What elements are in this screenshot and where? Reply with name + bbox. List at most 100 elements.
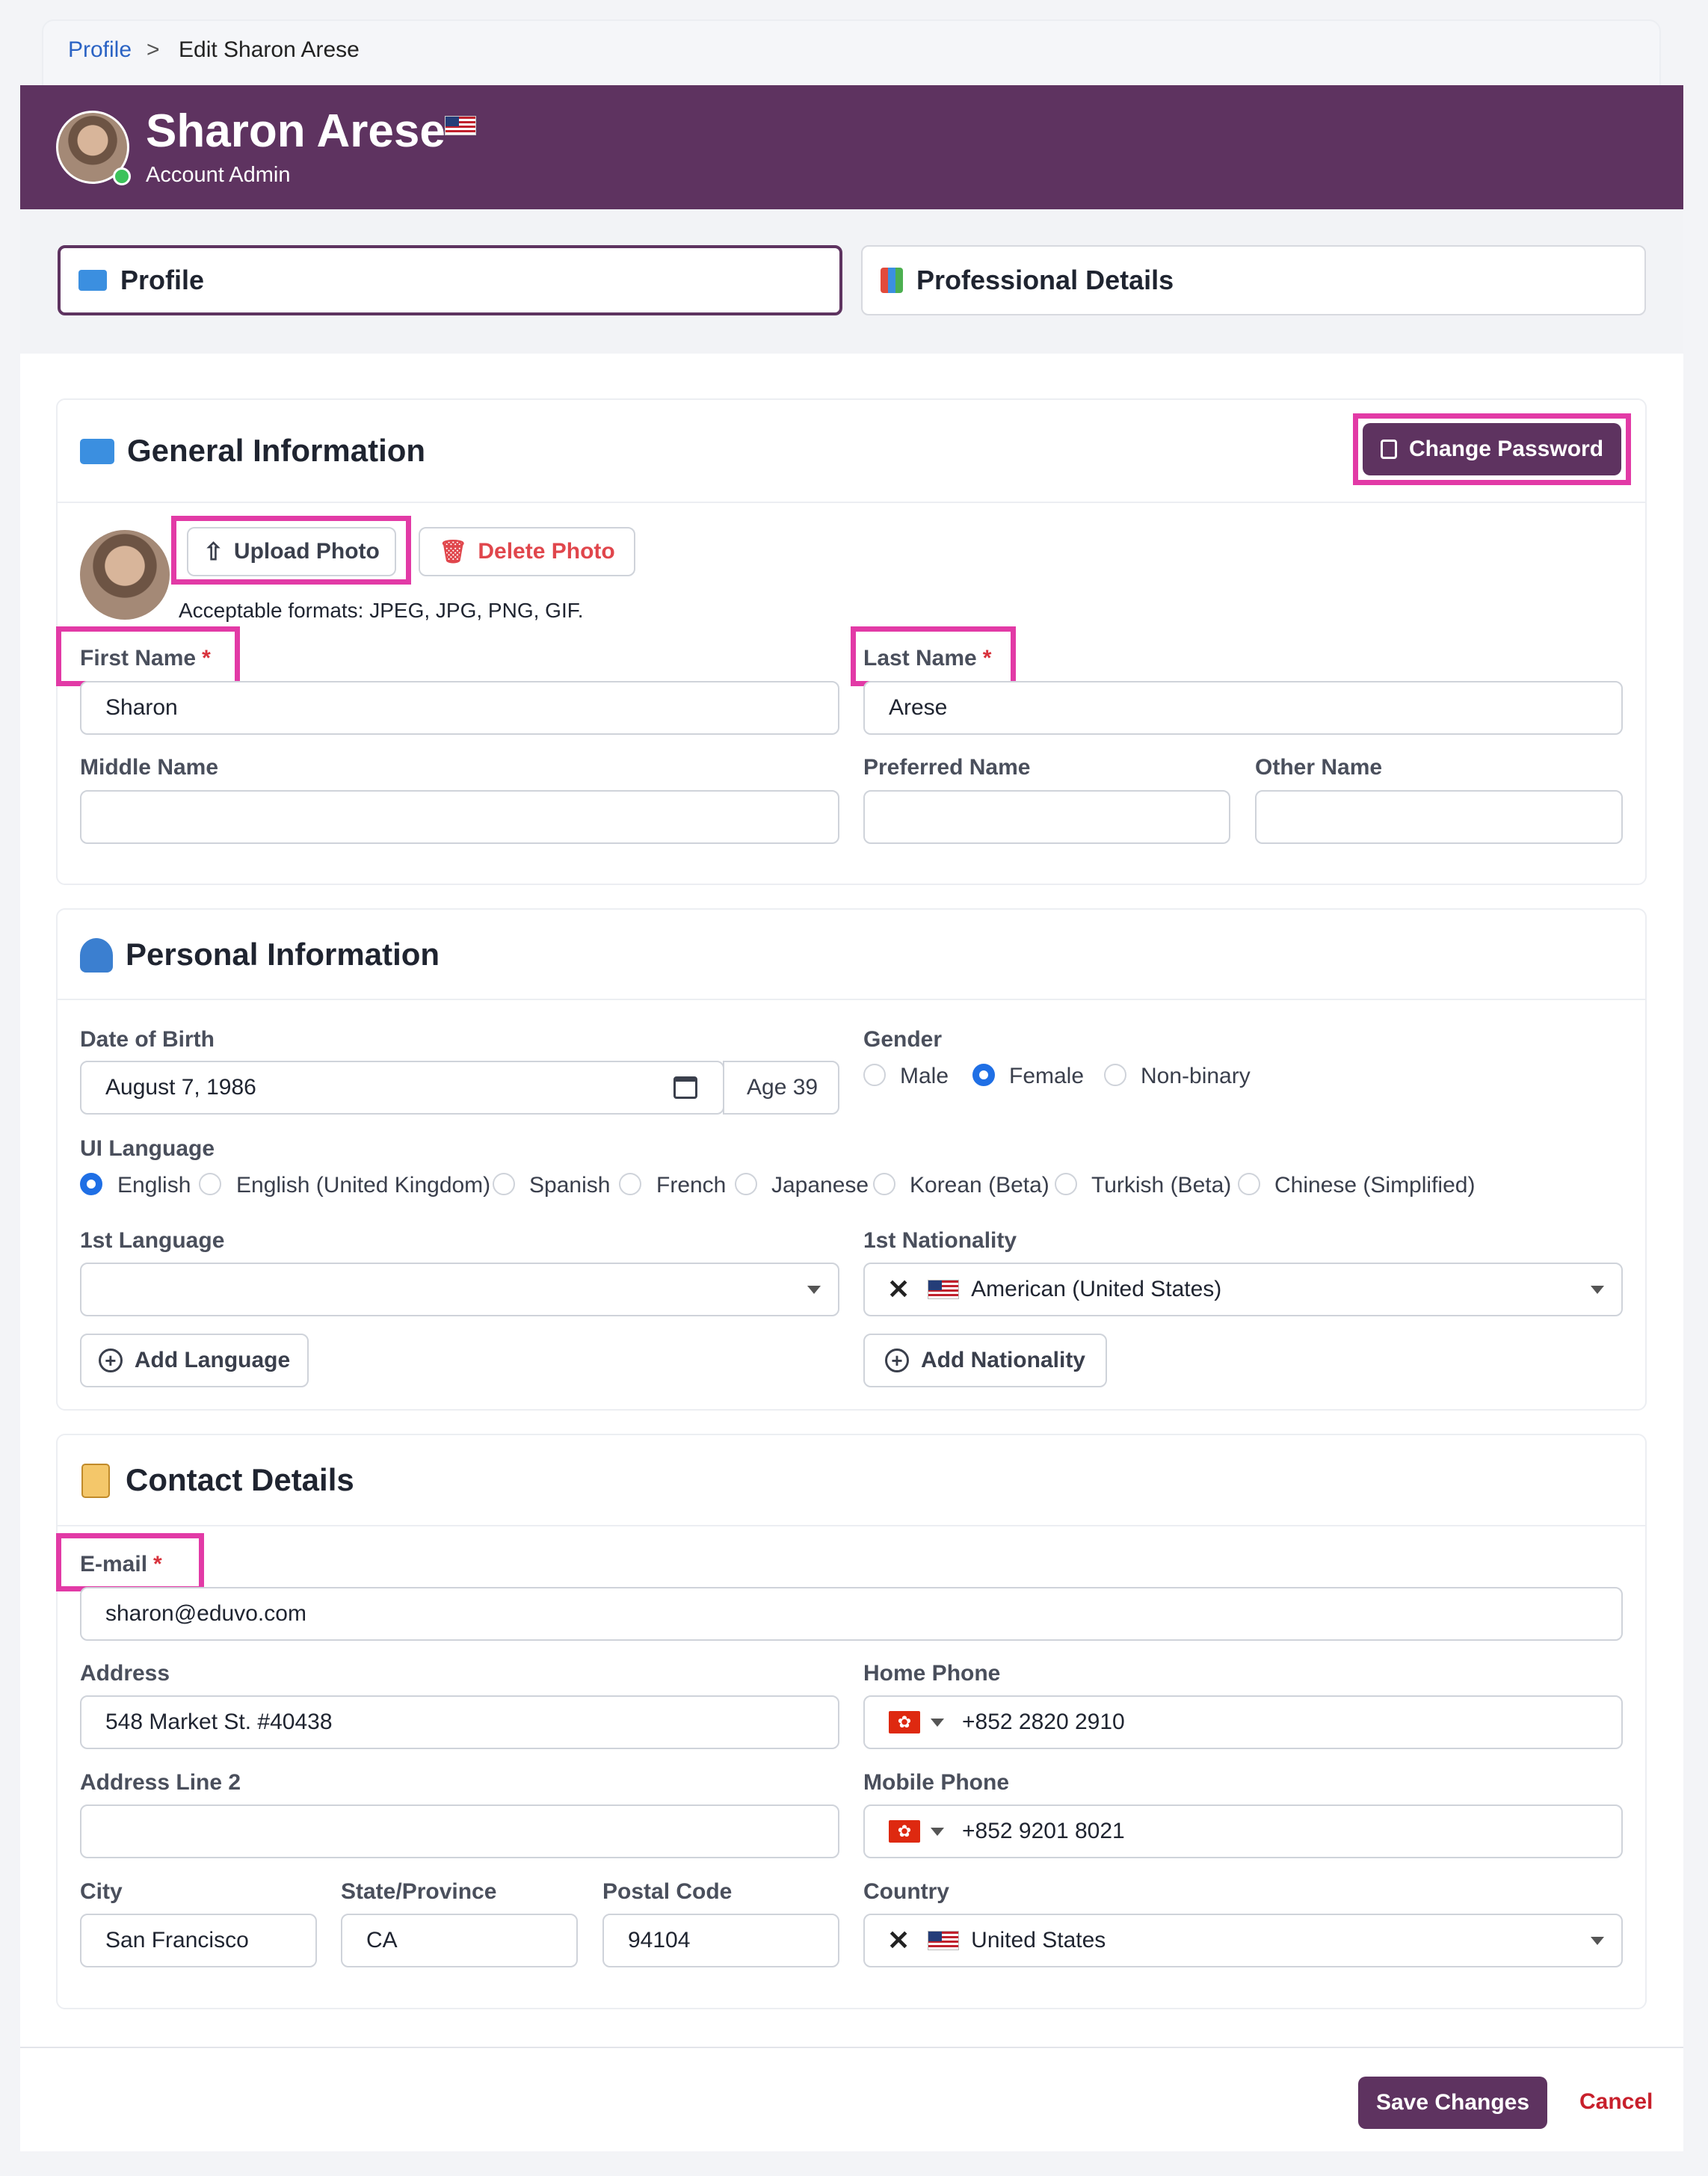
divider <box>20 2047 1683 2048</box>
preferred-name-label: Preferred Name <box>863 755 1031 780</box>
plus-circle-icon: + <box>884 1349 909 1372</box>
clear-icon[interactable]: ✕ <box>887 1925 910 1956</box>
first-nationality-select[interactable]: ✕ American (United States) <box>863 1263 1623 1316</box>
ui-language-radio-chinese[interactable] <box>1238 1173 1260 1195</box>
gender-radio-female[interactable] <box>972 1064 995 1086</box>
address-line-2-input[interactable] <box>80 1804 839 1858</box>
divider <box>58 502 1645 503</box>
date-of-birth-input[interactable]: August 7, 1986 <box>80 1061 724 1115</box>
us-flag-icon <box>928 1931 960 1950</box>
caret-down-icon <box>1591 1937 1604 1945</box>
ui-language-radio-english-uk[interactable] <box>199 1173 221 1195</box>
upload-icon: ⇧ <box>203 538 223 565</box>
section-title: Personal Information <box>126 937 440 972</box>
email-label: E-mail * <box>80 1552 162 1576</box>
ui-language-option-label: Chinese (Simplified) <box>1274 1173 1476 1198</box>
ui-language-option-label: English (United Kingdom) <box>236 1173 491 1198</box>
country-select[interactable]: ✕ United States <box>863 1914 1623 1967</box>
first-language-select[interactable] <box>80 1263 839 1316</box>
id-card-icon <box>80 439 114 464</box>
city-input[interactable]: San Francisco <box>80 1914 317 1967</box>
last-name-label: Last Name * <box>863 646 992 671</box>
postal-code-input[interactable]: 94104 <box>602 1914 839 1967</box>
ui-language-option-label: Japanese <box>771 1173 869 1198</box>
address-line-2-label: Address Line 2 <box>80 1770 241 1795</box>
change-password-label: Change Password <box>1408 437 1604 461</box>
breadcrumb-profile-link[interactable]: Profile <box>68 37 132 63</box>
ui-language-radio-spanish[interactable] <box>493 1173 515 1195</box>
add-nationality-button[interactable]: + Add Nationality <box>863 1334 1107 1387</box>
us-flag-icon <box>928 1280 960 1299</box>
section-title: General Information <box>127 433 426 468</box>
tab-professional-details[interactable]: Professional Details <box>861 245 1646 315</box>
avatar <box>80 530 170 620</box>
delete-photo-label: Delete Photo <box>478 539 615 564</box>
divider <box>58 999 1645 1000</box>
upload-photo-button[interactable]: ⇧ Upload Photo <box>187 527 396 576</box>
ui-language-radio-korean[interactable] <box>873 1173 895 1195</box>
ui-language-option-label: Korean (Beta) <box>910 1173 1049 1198</box>
mobile-phone-input[interactable]: ✿ +852 9201 8021 <box>863 1804 1623 1858</box>
first-name-input[interactable]: Sharon <box>80 681 839 735</box>
tab-profile[interactable]: Profile <box>58 245 842 315</box>
first-language-label: 1st Language <box>80 1228 225 1253</box>
add-language-button[interactable]: + Add Language <box>80 1334 309 1387</box>
age-display: Age 39 <box>723 1061 839 1115</box>
ui-language-option-label: Turkish (Beta) <box>1091 1173 1232 1198</box>
ui-language-radio-turkish[interactable] <box>1055 1173 1077 1195</box>
first-nationality-label: 1st Nationality <box>863 1228 1017 1253</box>
home-phone-label: Home Phone <box>863 1661 1001 1686</box>
hk-flag-icon[interactable]: ✿ <box>889 1711 920 1733</box>
upload-photo-label: Upload Photo <box>233 539 380 564</box>
caret-down-icon <box>1591 1286 1604 1294</box>
ui-language-radio-french[interactable] <box>619 1173 641 1195</box>
plus-circle-icon: + <box>98 1349 123 1372</box>
other-name-label: Other Name <box>1255 755 1383 780</box>
gender-option-label: Non-binary <box>1141 1064 1251 1088</box>
user-role: Account Admin <box>146 163 291 187</box>
ui-language-radio-japanese[interactable] <box>735 1173 757 1195</box>
ui-language-radio-english[interactable] <box>80 1173 102 1195</box>
gender-option-label: Female <box>1009 1064 1085 1088</box>
middle-name-input[interactable] <box>80 790 839 844</box>
divider <box>58 1525 1645 1526</box>
person-gear-icon <box>80 938 113 973</box>
section-title: Contact Details <box>126 1462 354 1497</box>
postal-code-label: Postal Code <box>602 1879 733 1904</box>
cancel-button[interactable]: Cancel <box>1579 2089 1653 2115</box>
clear-icon[interactable]: ✕ <box>887 1274 910 1305</box>
ui-language-label: UI Language <box>80 1136 215 1161</box>
date-of-birth-label: Date of Birth <box>80 1027 215 1052</box>
address-input[interactable]: 548 Market St. #40438 <box>80 1695 839 1749</box>
middle-name-label: Middle Name <box>80 755 219 780</box>
state-province-label: State/Province <box>341 1879 497 1904</box>
breadcrumb-current: Edit Sharon Arese <box>179 37 360 62</box>
change-password-button[interactable]: Change Password <box>1363 423 1621 475</box>
preferred-name-input[interactable] <box>863 790 1230 844</box>
first-name-label: First Name * <box>80 646 211 671</box>
home-phone-input[interactable]: ✿ +852 2820 2910 <box>863 1695 1623 1749</box>
gender-radio-non-binary[interactable] <box>1104 1064 1126 1086</box>
photo-formats-hint: Acceptable formats: JPEG, JPG, PNG, GIF. <box>179 599 584 622</box>
gender-radio-male[interactable] <box>863 1064 886 1086</box>
caret-down-icon[interactable] <box>931 1827 944 1836</box>
bar-chart-icon <box>881 268 903 293</box>
gender-label: Gender <box>863 1027 943 1052</box>
address-label: Address <box>80 1661 170 1686</box>
calendar-icon[interactable] <box>673 1076 697 1099</box>
city-label: City <box>80 1879 123 1904</box>
other-name-input[interactable] <box>1255 790 1623 844</box>
save-changes-button[interactable]: Save Changes <box>1358 2077 1547 2129</box>
last-name-input[interactable]: Arese <box>863 681 1623 735</box>
user-name: Sharon Arese <box>146 105 446 157</box>
state-province-input[interactable]: CA <box>341 1914 578 1967</box>
tab-label: Professional Details <box>916 265 1174 295</box>
hk-flag-icon[interactable]: ✿ <box>889 1820 920 1843</box>
mobile-phone-label: Mobile Phone <box>863 1770 1009 1795</box>
tab-label: Profile <box>120 265 205 295</box>
trash-icon: 🗑 <box>439 539 468 564</box>
gender-option-label: Male <box>900 1064 949 1088</box>
caret-down-icon[interactable] <box>931 1718 944 1727</box>
email-input[interactable]: sharon@eduvo.com <box>80 1587 1623 1641</box>
delete-photo-button[interactable]: 🗑 Delete Photo <box>419 527 635 576</box>
